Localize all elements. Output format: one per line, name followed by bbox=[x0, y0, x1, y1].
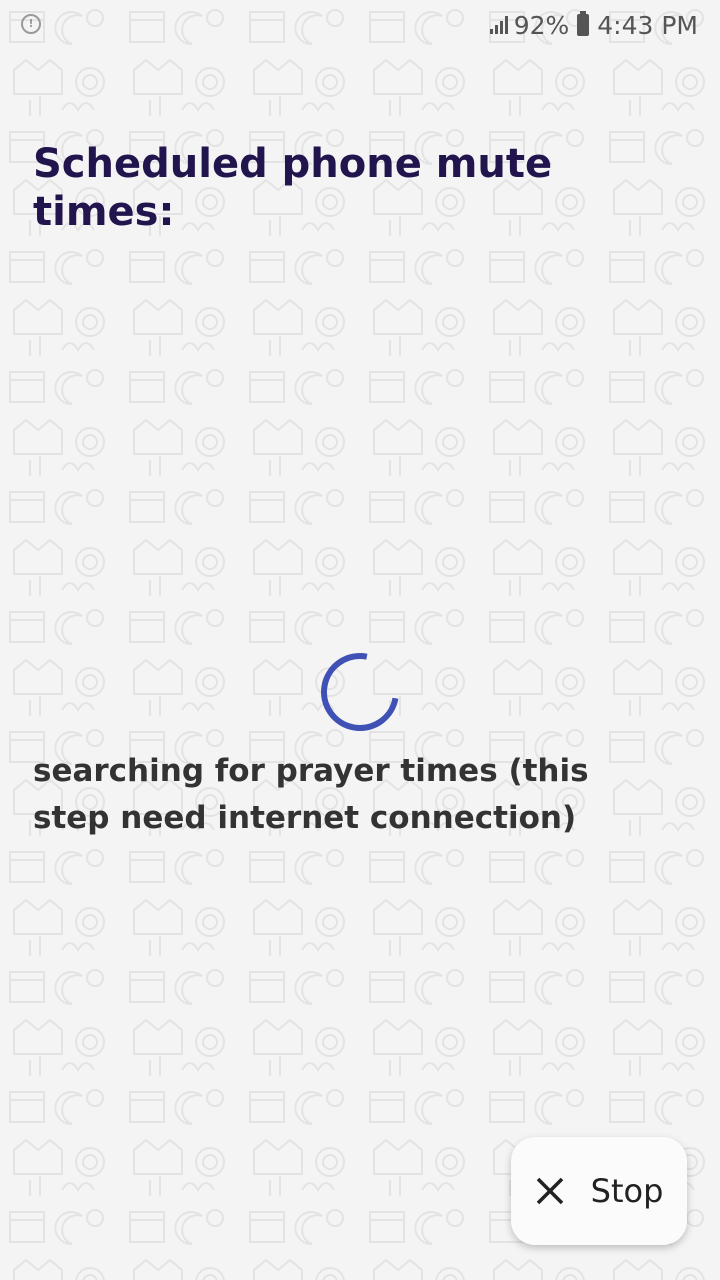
alert-circle-icon: ! bbox=[21, 14, 41, 34]
stop-button[interactable]: Stop bbox=[511, 1137, 687, 1245]
loading-spinner-icon bbox=[321, 653, 399, 731]
stop-button-label: Stop bbox=[590, 1172, 664, 1210]
close-icon bbox=[536, 1177, 563, 1205]
status-bar: ! 92% 4:43 PM bbox=[0, 0, 720, 50]
page-title: Scheduled phone mute times: bbox=[33, 141, 553, 235]
status-right: 92% 4:43 PM bbox=[488, 8, 698, 42]
clock: 4:43 PM bbox=[597, 10, 698, 40]
battery-percent: 92% bbox=[513, 10, 570, 40]
battery-icon bbox=[577, 11, 590, 36]
status-message: searching for prayer times (this step ne… bbox=[33, 753, 589, 836]
signal-bars-icon bbox=[488, 16, 508, 34]
